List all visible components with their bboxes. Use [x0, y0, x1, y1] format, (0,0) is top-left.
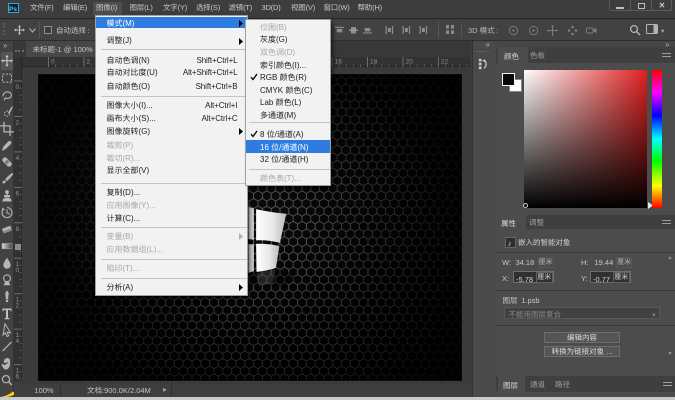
svg-text:20: 20: [406, 57, 414, 66]
svg-text:12: 12: [16, 294, 20, 310]
svg-text:14: 14: [16, 329, 20, 345]
svg-text:6: 6: [16, 187, 20, 197]
svg-text:22: 22: [441, 57, 449, 66]
svg-text:4: 4: [16, 152, 20, 162]
svg-text:2: 2: [16, 117, 20, 127]
svg-text:18: 18: [370, 57, 378, 66]
svg-text:10: 10: [16, 258, 20, 274]
svg-text:8: 8: [16, 223, 20, 233]
svg-text:2: 2: [87, 57, 91, 66]
svg-text:0: 0: [51, 57, 55, 66]
svg-text:16: 16: [335, 57, 343, 66]
svg-text:0: 0: [16, 81, 20, 91]
svg-text:16: 16: [16, 365, 20, 381]
